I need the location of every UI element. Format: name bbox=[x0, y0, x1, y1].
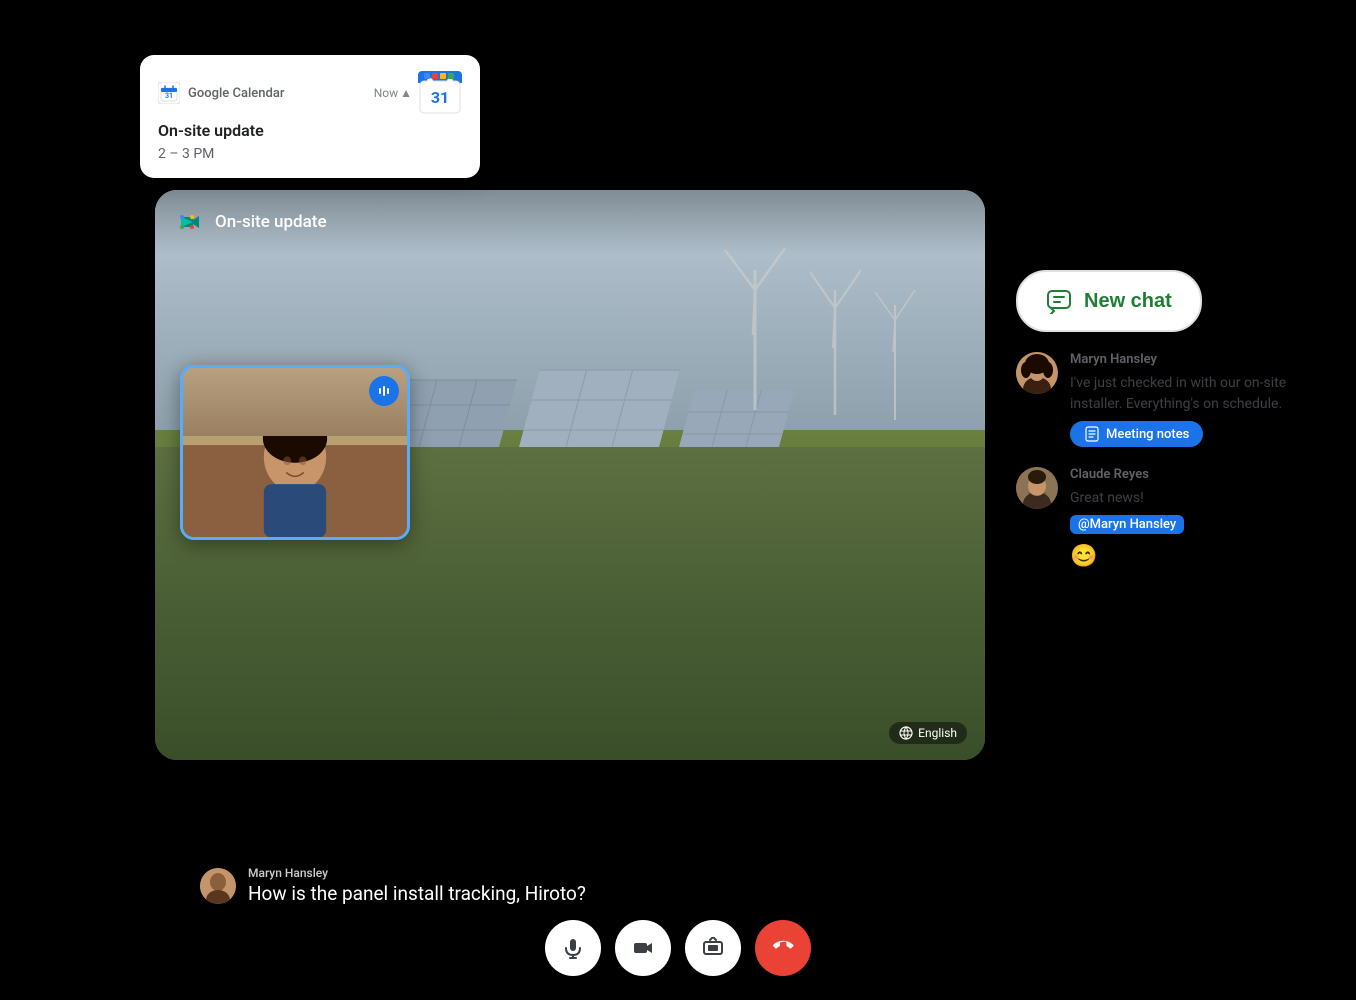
meeting-notes-chip[interactable]: Meeting notes bbox=[1070, 421, 1203, 447]
chat-panel: New chat Maryn Hansley I've just checked… bbox=[1016, 270, 1316, 569]
emoji-reaction: 😊 bbox=[1070, 544, 1184, 569]
camera-button[interactable] bbox=[615, 920, 671, 976]
self-view-pip bbox=[180, 365, 410, 540]
notification-title: On-site update bbox=[158, 121, 462, 140]
calendar-badge: 31 bbox=[418, 71, 462, 115]
claude-avatar-img bbox=[1016, 467, 1058, 509]
caption-bar: Maryn Hansley How is the panel install t… bbox=[200, 866, 586, 905]
notification-subtitle: 2 – 3 PM bbox=[158, 146, 462, 162]
svg-text:31: 31 bbox=[165, 92, 173, 100]
end-call-icon bbox=[771, 936, 795, 960]
google-meet-icon bbox=[177, 208, 205, 236]
audio-waves-icon bbox=[376, 383, 392, 399]
chat-message-1: Maryn Hansley I've just checked in with … bbox=[1016, 352, 1316, 447]
end-call-button[interactable] bbox=[755, 920, 811, 976]
caption-speaker-avatar bbox=[200, 868, 236, 904]
new-chat-button[interactable]: New chat bbox=[1016, 270, 1202, 332]
caption-message-text: How is the panel install tracking, Hirot… bbox=[248, 882, 586, 905]
maryn-avatar-img bbox=[1016, 352, 1058, 394]
present-button[interactable] bbox=[685, 920, 741, 976]
new-chat-icon bbox=[1046, 288, 1072, 314]
controls-bar bbox=[545, 920, 811, 976]
settings-icon bbox=[899, 726, 913, 740]
maryn-message-text: I've just checked in with our on-site in… bbox=[1070, 373, 1316, 415]
chat-message-2: Claude Reyes Great news! @Maryn Hansley … bbox=[1016, 467, 1316, 569]
maryn-avatar bbox=[1016, 352, 1058, 394]
video-title: On-site update bbox=[215, 212, 327, 232]
language-label: English bbox=[918, 726, 957, 740]
claude-message-text: Great news! bbox=[1070, 488, 1184, 509]
svg-text:31: 31 bbox=[431, 88, 449, 107]
caption-avatar bbox=[200, 868, 236, 904]
maryn-sender-name: Maryn Hansley bbox=[1070, 352, 1316, 367]
new-chat-label: New chat bbox=[1084, 290, 1172, 313]
notification-header-left: 31 Google Calendar bbox=[158, 82, 284, 104]
google-calendar-icon: 31 bbox=[158, 82, 180, 104]
audio-indicator bbox=[369, 376, 399, 406]
claude-message-content: Claude Reyes Great news! @Maryn Hansley … bbox=[1070, 467, 1184, 569]
meeting-notes-icon bbox=[1084, 426, 1100, 442]
mic-button[interactable] bbox=[545, 920, 601, 976]
mic-icon bbox=[562, 937, 584, 959]
language-badge: English bbox=[889, 722, 967, 744]
caption-speaker-name: Maryn Hansley bbox=[248, 866, 586, 880]
notification-card: 31 Google Calendar Now ▲ 31 bbox=[140, 55, 480, 178]
notification-time: Now ▲ bbox=[374, 86, 412, 100]
video-overlay-top: On-site update bbox=[155, 190, 985, 254]
mention-text: @Maryn Hansley bbox=[1078, 517, 1176, 532]
notification-source: Google Calendar bbox=[188, 86, 284, 101]
caption-text-block: Maryn Hansley How is the panel install t… bbox=[248, 866, 586, 905]
camera-icon bbox=[632, 937, 654, 959]
notification-header: 31 Google Calendar Now ▲ 31 bbox=[158, 71, 462, 115]
maryn-message-content: Maryn Hansley I've just checked in with … bbox=[1070, 352, 1316, 447]
meeting-notes-chip-label: Meeting notes bbox=[1106, 427, 1189, 442]
mention-chip: @Maryn Hansley bbox=[1070, 515, 1184, 534]
present-icon bbox=[702, 937, 724, 959]
claude-sender-name: Claude Reyes bbox=[1070, 467, 1184, 482]
claude-avatar bbox=[1016, 467, 1058, 509]
